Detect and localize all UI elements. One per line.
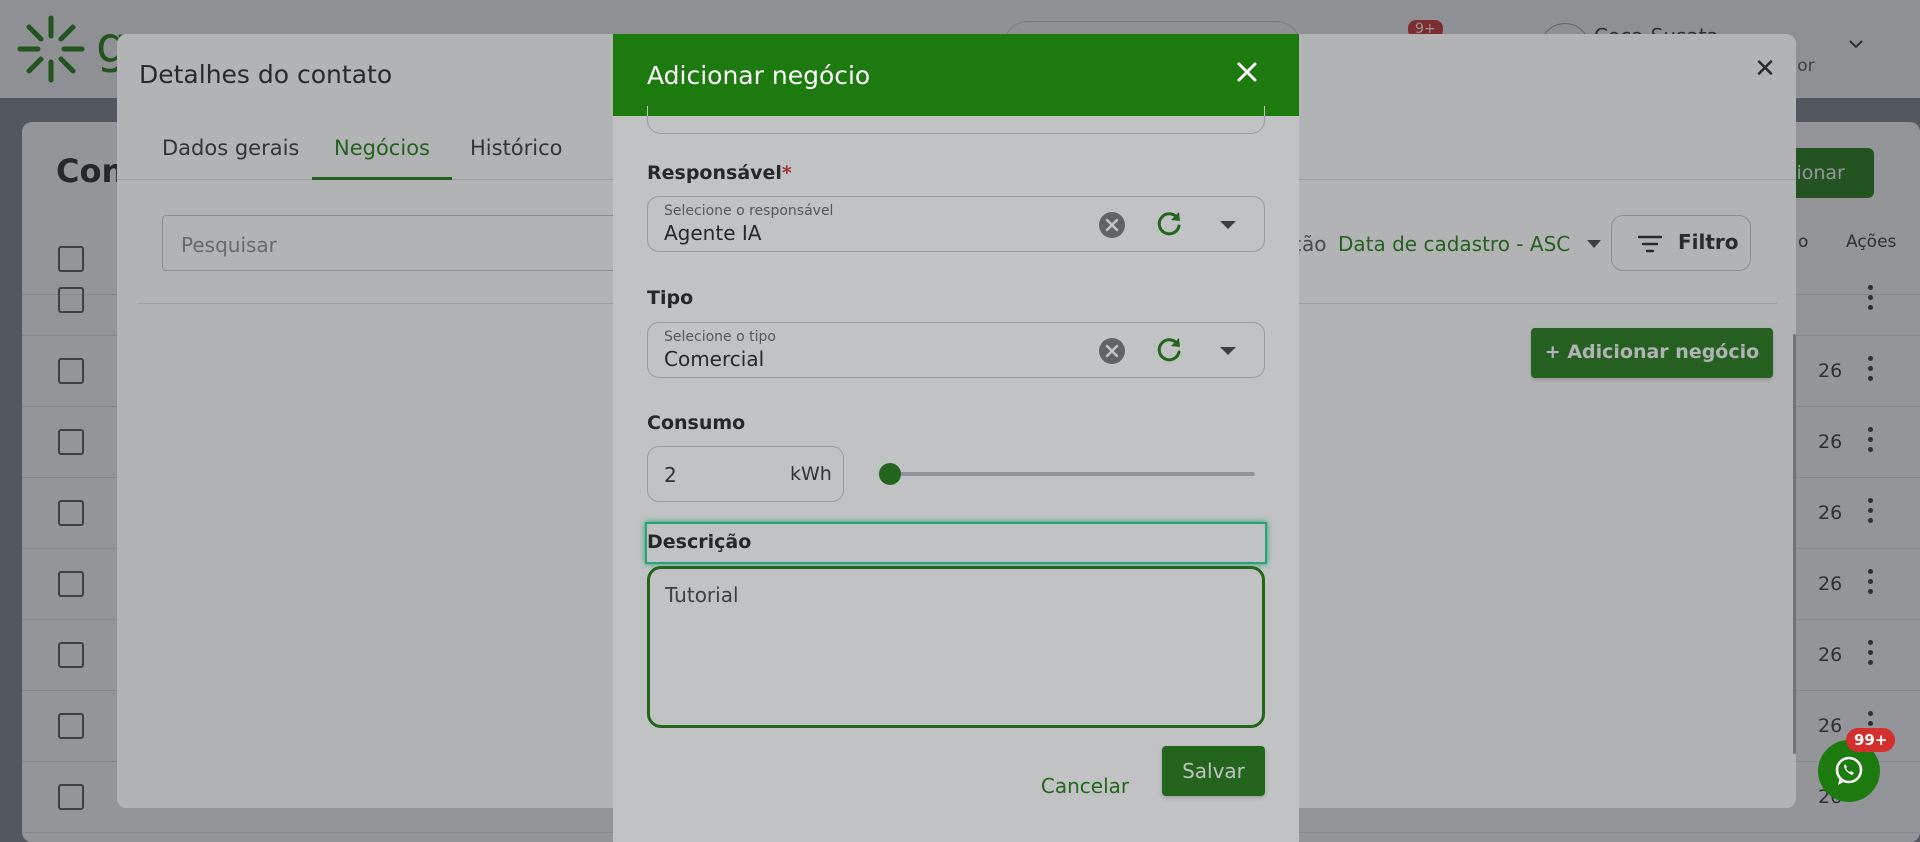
- clear-icon[interactable]: [1098, 337, 1126, 365]
- chevron-down-icon[interactable]: [1220, 221, 1236, 229]
- type-value: Comercial: [664, 347, 765, 371]
- description-textarea[interactable]: Tutorial: [647, 566, 1265, 728]
- type-placeholder: Selecione o tipo: [664, 329, 776, 345]
- consumption-unit: kWh: [790, 463, 832, 485]
- chevron-down-icon[interactable]: [1220, 347, 1236, 355]
- description-label: Descrição: [647, 531, 752, 553]
- consumption-value: 2: [664, 463, 677, 487]
- add-business-dialog: Adicionar negócio Responsável* Selecione…: [613, 34, 1299, 842]
- whatsapp-icon: [1835, 756, 1863, 785]
- consumption-input[interactable]: 2 kWh: [647, 446, 844, 502]
- responsible-value: Agente IA: [664, 221, 762, 245]
- required-mark: *: [781, 162, 792, 184]
- refresh-icon[interactable]: [1154, 335, 1184, 365]
- cancel-button[interactable]: Cancelar: [1035, 762, 1135, 810]
- scrolled-field[interactable]: [647, 106, 1265, 134]
- whatsapp-badge: 99+: [1846, 728, 1896, 752]
- type-label: Tipo: [647, 287, 694, 309]
- slider-thumb[interactable]: [878, 463, 901, 485]
- responsible-select[interactable]: Selecione o responsável Agente IA: [647, 196, 1265, 252]
- refresh-icon[interactable]: [1154, 209, 1184, 239]
- save-button[interactable]: Salvar: [1162, 746, 1265, 796]
- consumption-label: Consumo: [647, 412, 746, 434]
- dialog-header: Adicionar negócio: [613, 34, 1299, 116]
- responsible-placeholder: Selecione o responsável: [664, 203, 834, 219]
- close-icon[interactable]: [1231, 56, 1263, 88]
- consumption-slider[interactable]: [878, 463, 1255, 485]
- dialog-title: Adicionar negócio: [647, 61, 871, 90]
- responsible-label: Responsável*: [647, 162, 792, 184]
- description-label-highlight: Descrição: [645, 522, 1267, 564]
- clear-icon[interactable]: [1098, 211, 1126, 239]
- type-select[interactable]: Selecione o tipo Comercial: [647, 322, 1265, 378]
